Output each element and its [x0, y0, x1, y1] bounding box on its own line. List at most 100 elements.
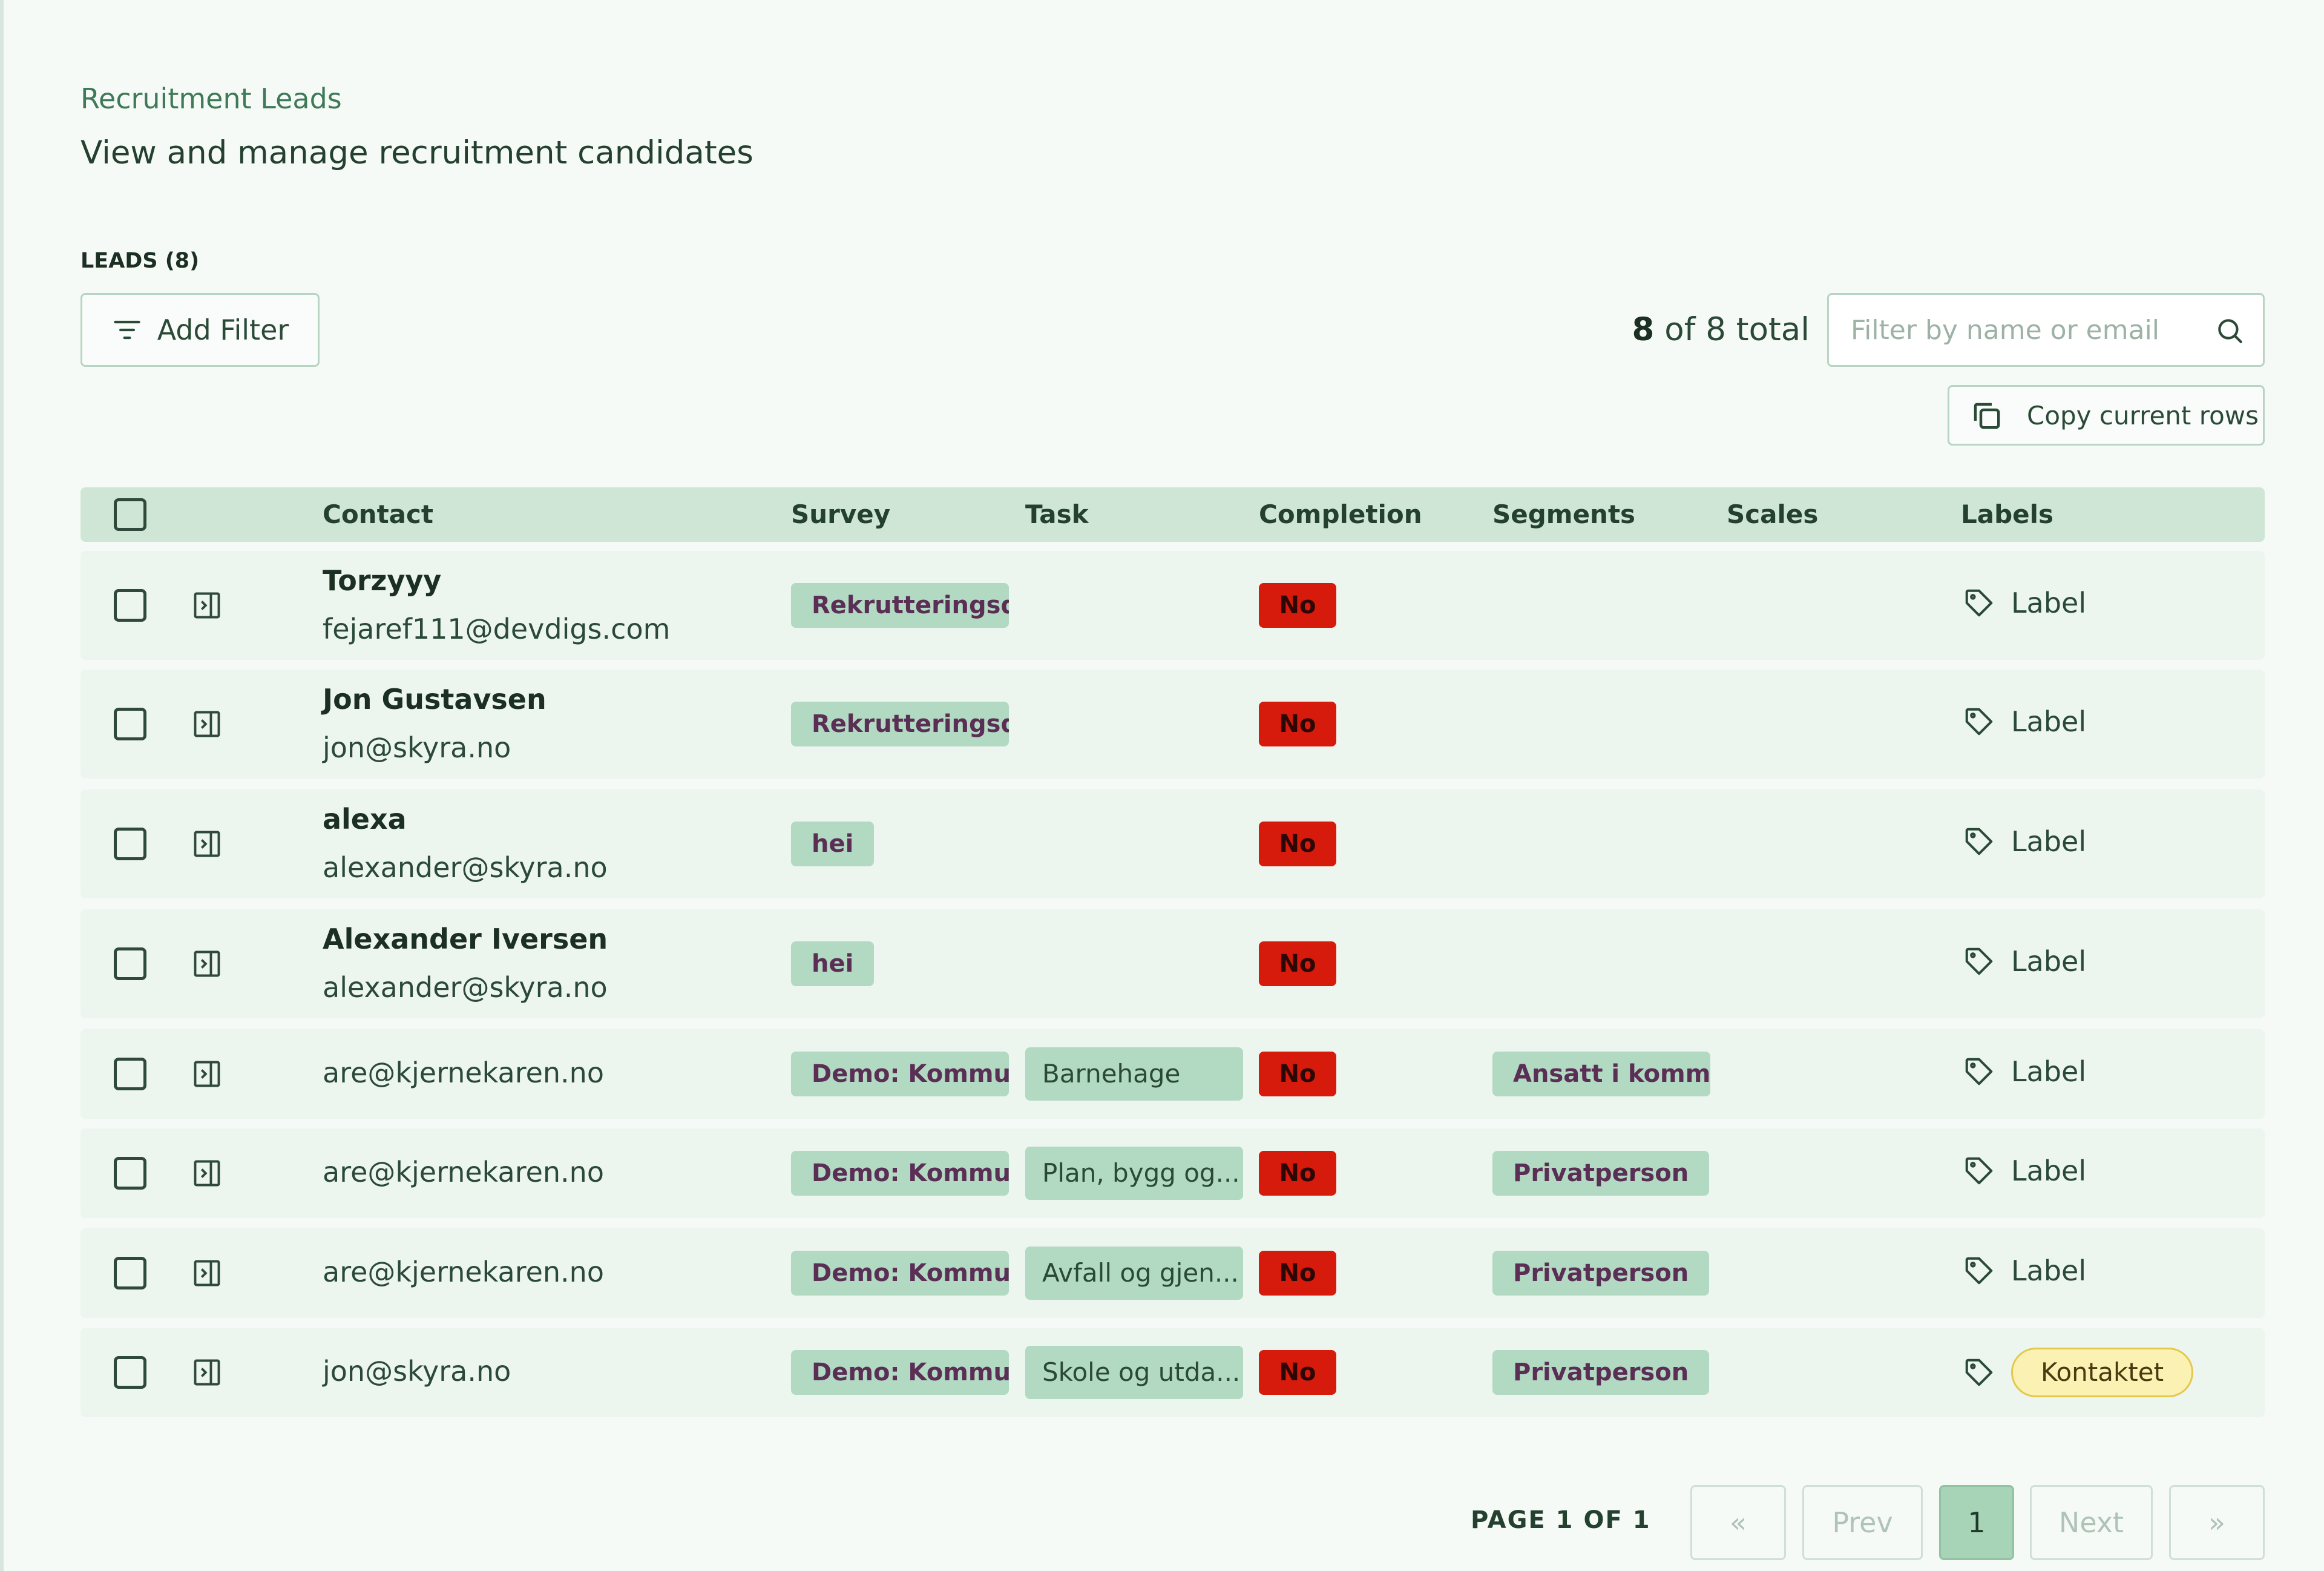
prev-page-button[interactable]: Prev [1802, 1485, 1923, 1560]
tag-icon [1965, 708, 1993, 736]
tag-icon [1965, 1359, 1993, 1386]
last-page-button[interactable]: » [2169, 1485, 2265, 1560]
table-row[interactable]: Jon Gustavsen jon@skyra.no Rekrutterings… [80, 670, 2265, 779]
task-chip: Avfall og gjen... [1025, 1247, 1243, 1300]
expand-panel-icon[interactable] [191, 708, 223, 740]
label-button[interactable]: Label [1963, 705, 2086, 738]
first-page-button[interactable]: « [1690, 1485, 1786, 1560]
task-chip: Skole og utda... [1025, 1346, 1243, 1399]
select-all-checkbox[interactable] [114, 498, 146, 531]
row-checkbox[interactable] [114, 1257, 146, 1289]
search-box [1827, 293, 2265, 367]
label-pill-kontaktet[interactable]: Kontaktet [2011, 1348, 2194, 1397]
column-header-task[interactable]: Task [1025, 499, 1089, 529]
survey-chip: Demo: Kommune [791, 1251, 1009, 1296]
contact-email: are@kjernekaren.no [323, 1156, 604, 1188]
page-indicator: PAGE 1 OF 1 [1471, 1506, 1651, 1534]
row-checkbox[interactable] [114, 1157, 146, 1190]
label-button[interactable]: Label [1963, 1254, 2086, 1287]
label-text: Label [2011, 587, 2087, 619]
contact-email: fejaref111@devdigs.com [323, 613, 671, 645]
table-row[interactable]: Torzyyy fejaref111@devdigs.com Rekrutter… [80, 551, 2265, 660]
page-1-button[interactable]: 1 [1939, 1485, 2014, 1560]
survey-chip: Demo: Kommune [791, 1350, 1009, 1395]
completion-badge: No [1259, 1052, 1336, 1096]
segment-chip: Privatperson [1492, 1151, 1710, 1196]
search-icon[interactable] [2214, 315, 2245, 346]
filter-icon [114, 320, 140, 340]
tag-icon [1965, 1058, 1993, 1085]
breadcrumb[interactable]: Recruitment Leads [80, 82, 342, 115]
tag-icon [1965, 1257, 1993, 1285]
expand-panel-icon[interactable] [191, 590, 223, 621]
row-checkbox[interactable] [114, 708, 146, 740]
contact-name: Alexander Iversen [323, 923, 608, 955]
row-checkbox[interactable] [114, 828, 146, 860]
table-row[interactable]: jon@skyra.no Demo: Kommune Skole og utda… [80, 1328, 2265, 1417]
completion-badge: No [1259, 702, 1336, 746]
next-page-button[interactable]: Next [2030, 1485, 2153, 1560]
tag-icon [1965, 589, 1993, 617]
page-frame: Recruitment Leads View and manage recrui… [0, 0, 2324, 1571]
table-row[interactable]: are@kjernekaren.no Demo: Kommune Avfall … [80, 1228, 2265, 1318]
survey-chip: Rekrutteringsdesk [791, 702, 1009, 746]
expand-panel-icon[interactable] [191, 1058, 223, 1090]
contact-email: alexander@skyra.no [323, 971, 608, 1004]
contact-email: alexander@skyra.no [323, 851, 608, 884]
add-filter-label: Add Filter [157, 314, 289, 346]
completion-badge: No [1259, 583, 1336, 628]
contact-name: alexa [323, 803, 407, 835]
search-input[interactable] [1851, 295, 2190, 365]
completion-badge: No [1259, 1251, 1336, 1296]
expand-panel-icon[interactable] [191, 1257, 223, 1289]
copy-rows-button[interactable]: Copy current rows [1948, 385, 2265, 446]
label-text: Label [2011, 825, 2087, 858]
label-text: Label [2011, 945, 2087, 978]
table-row[interactable]: are@kjernekaren.no Demo: Kommune Plan, b… [80, 1128, 2265, 1218]
task-chip: Plan, bygg og... [1025, 1147, 1243, 1200]
total-count-number: 8 [1632, 311, 1655, 348]
row-checkbox[interactable] [114, 589, 146, 622]
label-text: Label [2011, 1154, 2087, 1187]
label-button[interactable]: Label [1963, 587, 2086, 619]
column-header-completion[interactable]: Completion [1259, 499, 1422, 529]
tag-icon [1965, 828, 1993, 855]
contact-name: Torzyyy [323, 564, 442, 597]
label-text: Label [2011, 1055, 2087, 1088]
survey-chip: hei [791, 822, 875, 866]
add-filter-button[interactable]: Add Filter [80, 293, 320, 367]
label-button[interactable]: Label [1963, 1154, 2086, 1187]
label-button[interactable]: Kontaktet [1963, 1348, 2194, 1397]
total-count: 8 of 8 total [1577, 311, 1810, 348]
expand-panel-icon[interactable] [191, 948, 223, 980]
row-checkbox[interactable] [114, 1058, 146, 1090]
column-header-labels[interactable]: Labels [1961, 499, 2053, 529]
expand-panel-icon[interactable] [191, 828, 223, 860]
segment-chip: Privatperson [1492, 1251, 1710, 1296]
table-row[interactable]: Alexander Iversen alexander@skyra.no hei… [80, 909, 2265, 1018]
page-subtitle: View and manage recruitment candidates [80, 134, 753, 171]
survey-chip: Demo: Kommune [791, 1052, 1009, 1096]
label-button[interactable]: Label [1963, 825, 2086, 858]
label-button[interactable]: Label [1963, 945, 2086, 978]
table-row[interactable]: alexa alexander@skyra.no hei No Label [80, 789, 2265, 898]
row-checkbox[interactable] [114, 1356, 146, 1389]
survey-chip: Rekrutteringsdesk [791, 583, 1009, 628]
completion-badge: No [1259, 941, 1336, 986]
column-header-segments[interactable]: Segments [1492, 499, 1635, 529]
expand-panel-icon[interactable] [191, 1357, 223, 1388]
completion-badge: No [1259, 1151, 1336, 1196]
contact-name: Jon Gustavsen [323, 683, 547, 716]
label-button[interactable]: Label [1963, 1055, 2086, 1088]
completion-badge: No [1259, 1350, 1336, 1395]
contact-email: are@kjernekaren.no [323, 1056, 604, 1089]
column-header-scales[interactable]: Scales [1727, 499, 1818, 529]
table-row[interactable]: are@kjernekaren.no Demo: Kommune Barneha… [80, 1029, 2265, 1119]
copy-rows-label: Copy current rows [2027, 400, 2259, 430]
column-header-survey[interactable]: Survey [791, 499, 890, 529]
column-header-contact[interactable]: Contact [323, 499, 433, 529]
contact-email: jon@skyra.no [323, 731, 511, 764]
expand-panel-icon[interactable] [191, 1158, 223, 1189]
row-checkbox[interactable] [114, 947, 146, 980]
completion-badge: No [1259, 822, 1336, 866]
